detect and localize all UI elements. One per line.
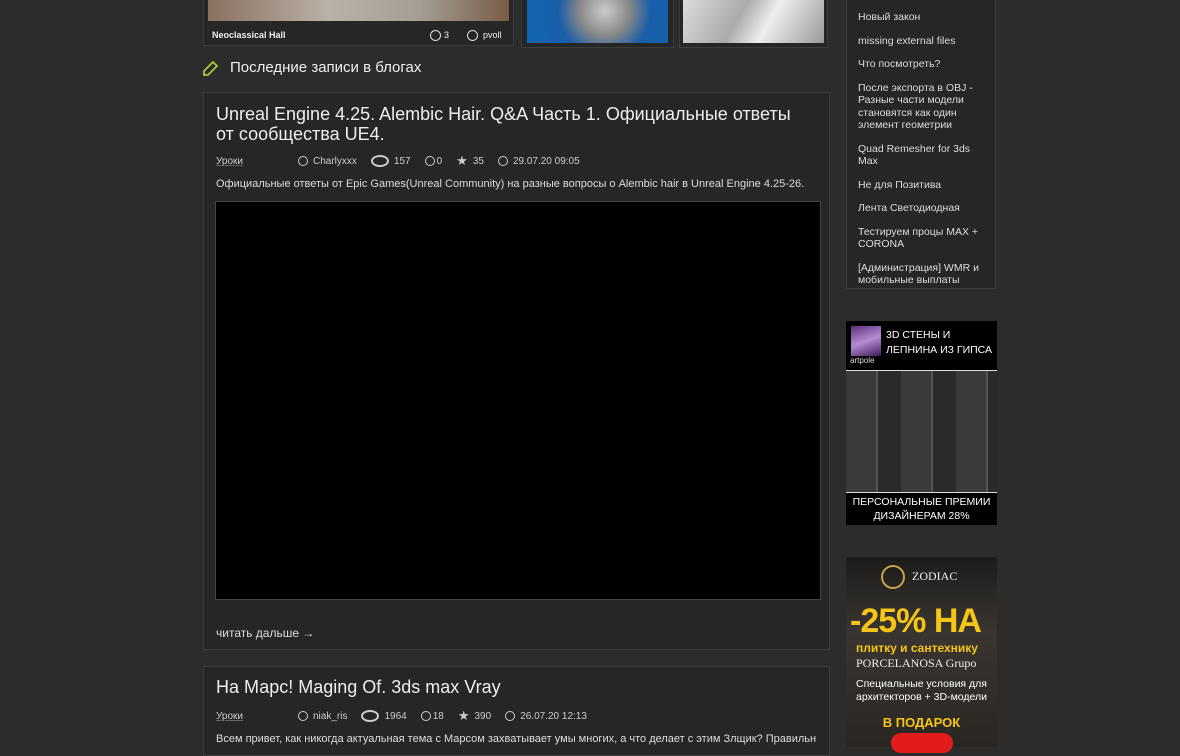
artpole-headline: 3D СТЕНЫ И ЛЕПНИНА ИЗ ГИПСА xyxy=(886,329,993,356)
zodiac-cta-button[interactable] xyxy=(891,733,953,753)
post-author[interactable]: niak_ris xyxy=(313,711,347,722)
gallery-card[interactable]: Neoclassical Hall 3 pvoll xyxy=(203,0,514,46)
post-rating: 390 xyxy=(474,710,492,722)
zodiac-line2: PORCELANOSA Grupo xyxy=(856,656,977,670)
sidebar-recent-list: Новый закон missing external files Что п… xyxy=(846,0,996,289)
post-title[interactable]: На Марс! Maging Of. 3ds max Vray xyxy=(216,677,806,697)
clock-icon xyxy=(497,156,508,166)
video-player[interactable] xyxy=(215,201,821,600)
comment-icon xyxy=(430,30,441,41)
user-icon xyxy=(298,156,308,166)
sidebar-link[interactable]: Quad Remesher for 3ds Max xyxy=(858,143,987,168)
gallery-comments: 3 xyxy=(444,30,450,40)
section-title: Последние записи в блогах xyxy=(230,59,422,76)
zodiac-line1: плитку и сантехнику xyxy=(856,641,978,655)
post-rating: 35 xyxy=(472,155,484,167)
zodiac-ad-banner[interactable]: ZODIAC -25% НА плитку и сантехнику PORCE… xyxy=(846,557,997,753)
post-category[interactable]: Уроки xyxy=(216,156,243,167)
zodiac-brand: ZODIAC xyxy=(912,569,958,583)
star-icon: ★ xyxy=(457,708,470,723)
post-meta: Уроки Charlyxxx 157 0 ★ 35 29.07.20 09:05 xyxy=(216,153,580,169)
zodiac-line4: В ПОДАРОК xyxy=(882,715,961,730)
post-author[interactable]: Charlyxxx xyxy=(313,156,357,167)
gallery-title[interactable]: Neoclassical Hall xyxy=(212,30,286,40)
sidebar-link[interactable]: Что посмотреть? xyxy=(858,58,987,71)
sidebar-link[interactable]: Не для Позитива xyxy=(858,179,987,192)
artpole-image xyxy=(846,370,997,493)
user-icon xyxy=(467,30,478,41)
clock-icon xyxy=(505,711,516,721)
star-icon: ★ xyxy=(456,153,468,168)
gallery-card-3[interactable] xyxy=(679,0,828,48)
zodiac-discount: -25% НА xyxy=(850,602,982,640)
artpole-brand: artpole xyxy=(850,356,875,365)
eye-icon xyxy=(361,710,380,722)
sidebar-link[interactable]: [Администрация] WMR и мобильные выплаты xyxy=(858,262,987,287)
gallery-thumbnail[interactable] xyxy=(683,0,824,43)
post-comments: 18 xyxy=(432,710,444,722)
comment-icon xyxy=(420,711,431,721)
gallery-thumbnail[interactable] xyxy=(527,0,668,43)
artpole-ad-banner[interactable]: artpole 3D СТЕНЫ И ЛЕПНИНА ИЗ ГИПСА ПЕРС… xyxy=(846,321,997,525)
post-excerpt: Всем привет, как никогда актуальная тема… xyxy=(216,733,816,745)
blog-post: Unreal Engine 4.25. Alembic Hair. Q&A Ча… xyxy=(203,92,830,650)
sidebar-link[interactable]: После экспорта в OBJ - Разные части моде… xyxy=(858,82,987,132)
post-comments: 0 xyxy=(436,155,443,167)
gallery-author[interactable]: pvoll xyxy=(483,30,502,40)
user-icon xyxy=(298,711,308,721)
comment-icon xyxy=(424,156,435,166)
gallery-card-2[interactable] xyxy=(521,0,674,48)
sidebar-link[interactable]: Лента Светодиодная xyxy=(858,202,987,215)
post-views: 1964 xyxy=(384,710,407,722)
post-category[interactable]: Уроки xyxy=(216,711,243,722)
blog-post: На Марс! Maging Of. 3ds max Vray Уроки n… xyxy=(203,666,830,756)
post-date: 26.07.20 12:13 xyxy=(520,710,587,722)
pencil-icon xyxy=(203,60,219,76)
post-date: 29.07.20 09:05 xyxy=(512,155,580,167)
read-more-link[interactable]: читать дальше → xyxy=(216,626,314,640)
zodiac-logo xyxy=(881,565,905,589)
post-excerpt: Официальные ответы от Epic Games(Unreal … xyxy=(216,178,805,190)
artpole-footer: ПЕРСОНАЛЬНЫЕ ПРЕМИИ ДИЗАЙНЕРАМ 28% xyxy=(852,496,991,522)
sidebar-link[interactable]: Тестируем процы MAX + CORONA xyxy=(858,226,987,251)
sidebar-link[interactable]: missing external files xyxy=(858,35,987,48)
eye-icon xyxy=(370,155,389,167)
artpole-logo xyxy=(851,326,881,356)
sidebar-link[interactable]: Новый закон xyxy=(858,11,987,24)
gallery-thumbnail[interactable] xyxy=(208,0,509,21)
post-title[interactable]: Unreal Engine 4.25. Alembic Hair. Q&A Ча… xyxy=(216,104,806,144)
post-views: 157 xyxy=(393,155,411,167)
zodiac-line3: Специальные условия для архитекторов + 3… xyxy=(855,678,988,703)
post-meta: Уроки niak_ris 1964 18 ★ 390 26.07.20 12:… xyxy=(216,708,587,724)
